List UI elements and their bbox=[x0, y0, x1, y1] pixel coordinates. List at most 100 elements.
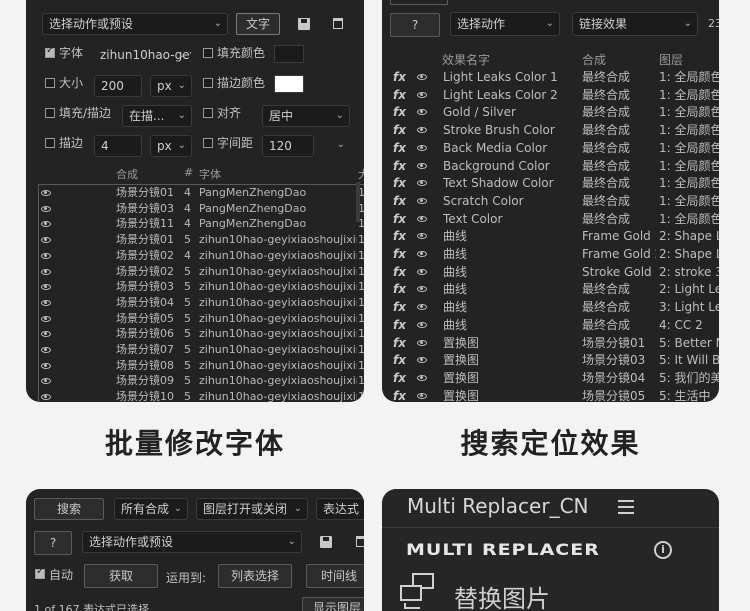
all-comps-dropdown[interactable]: 所有合成 ⌄ bbox=[114, 498, 188, 520]
table-row[interactable]: 场景分镜11 4 PangMenZhengDao 1 bbox=[38, 216, 364, 232]
tracking-input[interactable]: 120 bbox=[262, 135, 314, 157]
table-row[interactable]: 场景分镜10 5 zihun10hao-geyixiaoshoujixingkait… bbox=[38, 389, 364, 402]
list-item[interactable]: fx Text Shadow Color 最终合成 1: 全局颜色 bbox=[382, 175, 719, 192]
trash-icon[interactable] bbox=[333, 18, 343, 29]
tracking-checkbox[interactable] bbox=[203, 138, 213, 148]
eye-icon[interactable] bbox=[41, 362, 51, 369]
table-row[interactable]: 场景分镜03 4 PangMenZhengDao 1 bbox=[38, 201, 364, 217]
eye-icon[interactable] bbox=[417, 127, 427, 134]
fill-stroke-checkbox[interactable] bbox=[45, 108, 55, 118]
eye-icon[interactable] bbox=[41, 221, 51, 228]
list-item[interactable]: fx 曲线 最终合成 4: CC 2 bbox=[382, 317, 719, 334]
table-row[interactable]: 场景分镜08 5 zihun10hao-geyixiaoshoujixingkait… bbox=[38, 358, 364, 374]
eye-icon[interactable] bbox=[417, 215, 427, 222]
stroke-checkbox[interactable] bbox=[45, 138, 55, 148]
help-button[interactable]: ? bbox=[34, 531, 72, 555]
preset-dropdown[interactable]: 选择动作或预设 ⌄ bbox=[82, 531, 302, 553]
fill-color-swatch[interactable] bbox=[274, 45, 304, 63]
fetch-button[interactable]: 获取 bbox=[84, 564, 158, 588]
eye-icon[interactable] bbox=[417, 251, 427, 257]
expression-dropdown[interactable]: 表达式 bbox=[316, 498, 364, 520]
eye-icon[interactable] bbox=[417, 268, 427, 275]
table-row[interactable]: 场景分镜07 5 zihun10hao-geyixiaoshoujixingkait… bbox=[38, 342, 364, 358]
eye-icon[interactable] bbox=[417, 321, 427, 328]
size-unit-dropdown[interactable]: px ⌄ bbox=[150, 75, 192, 97]
eye-icon[interactable] bbox=[41, 237, 51, 244]
eye-icon[interactable] bbox=[41, 268, 51, 275]
eye-icon[interactable] bbox=[417, 357, 427, 364]
table-row[interactable]: 场景分镜06 5 zihun10hao-geyixiaoshoujixingkait… bbox=[38, 326, 364, 342]
list-item[interactable]: fx Text Color 最终合成 1: 全局颜色 bbox=[382, 211, 719, 228]
eye-icon[interactable] bbox=[417, 162, 427, 169]
stroke-color-swatch[interactable] bbox=[274, 75, 304, 93]
eye-icon[interactable] bbox=[417, 197, 427, 204]
scrollbar[interactable] bbox=[356, 182, 360, 222]
list-item[interactable]: fx 置换图 场景分镜01 5: Better Mo bbox=[382, 335, 719, 352]
list-item[interactable]: fx Scratch Color 最终合成 1: 全局颜色 bbox=[382, 193, 719, 210]
eye-icon[interactable] bbox=[417, 144, 427, 151]
fill-stroke-dropdown[interactable]: 在描... ⌄ bbox=[122, 105, 192, 127]
list-item[interactable]: fx 曲线 Frame Gold 22: Shape Layer bbox=[382, 246, 719, 263]
list-select-button[interactable]: 列表选择 bbox=[218, 564, 292, 588]
text-button[interactable]: 文字 bbox=[236, 13, 280, 35]
list-item[interactable]: fx 置换图 场景分镜05 5: 生活中 bbox=[382, 388, 719, 402]
stroke-unit-dropdown[interactable]: px ⌄ bbox=[150, 135, 192, 157]
eye-icon[interactable] bbox=[41, 394, 51, 401]
action-dropdown[interactable]: 选择动作 ⌄ bbox=[450, 12, 560, 36]
align-dropdown[interactable]: 居中 ⌄ bbox=[262, 105, 350, 127]
table-row[interactable]: 场景分镜02 4 zihun10hao-geyixiaoshoujixingkait… bbox=[38, 248, 364, 264]
eye-icon[interactable] bbox=[41, 205, 51, 212]
auto-checkbox[interactable] bbox=[35, 566, 45, 579]
align-checkbox[interactable] bbox=[203, 108, 213, 118]
list-item[interactable]: fx Stroke Brush Color 最终合成 1: 全局颜色 bbox=[382, 122, 719, 139]
stroke-input[interactable]: 4 bbox=[94, 135, 142, 157]
eye-icon[interactable] bbox=[417, 109, 427, 116]
list-item[interactable]: fx Light Leaks Color 2 最终合成 1: 全局颜色 bbox=[382, 87, 719, 104]
eye-icon[interactable] bbox=[417, 233, 427, 240]
font-dropdown[interactable]: zihun10hao-gey...⌄ bbox=[94, 45, 191, 67]
fill-color-checkbox[interactable] bbox=[203, 48, 213, 58]
eye-icon[interactable] bbox=[417, 374, 427, 381]
tracking-dropdown[interactable]: ⌄ bbox=[320, 135, 350, 157]
font-checkbox[interactable] bbox=[45, 45, 55, 58]
eye-icon[interactable] bbox=[417, 286, 427, 293]
save-icon[interactable] bbox=[298, 18, 310, 30]
eye-icon[interactable] bbox=[417, 392, 427, 399]
eye-icon[interactable] bbox=[41, 190, 51, 196]
table-row[interactable]: 场景分镜04 5 zihun10hao-geyixiaoshoujixingkait… bbox=[38, 295, 364, 311]
eye-icon[interactable] bbox=[41, 347, 51, 353]
eye-icon[interactable] bbox=[417, 91, 427, 98]
table-row[interactable]: 场景分镜03 5 zihun10hao-geyixiaoshoujixingkait… bbox=[38, 279, 364, 295]
eye-icon[interactable] bbox=[41, 315, 51, 322]
list-item[interactable]: fx Gold / Silver 最终合成 1: 全局颜色 bbox=[382, 104, 719, 121]
save-icon[interactable] bbox=[320, 536, 332, 548]
table-row[interactable]: 场景分镜01 5 zihun10hao-geyixiaoshoujixingkait… bbox=[38, 232, 364, 248]
eye-icon[interactable] bbox=[41, 299, 51, 306]
show-layer-button[interactable]: 显示图层 bbox=[302, 597, 364, 611]
list-item[interactable]: fx Back Media Color 最终合成 1: 全局颜色 bbox=[382, 140, 719, 157]
eye-icon[interactable] bbox=[41, 252, 51, 259]
eye-icon[interactable] bbox=[417, 180, 427, 187]
timeline-button[interactable]: 时间线 bbox=[306, 564, 364, 588]
table-row[interactable]: 场景分镜05 5 zihun10hao-geyixiaoshoujixingkait… bbox=[38, 311, 364, 327]
size-input[interactable]: 200 bbox=[94, 75, 142, 97]
info-icon[interactable]: i bbox=[654, 541, 672, 559]
size-checkbox[interactable] bbox=[45, 78, 55, 88]
list-item[interactable]: fx Light Leaks Color 1 最终合成 1: 全局颜色 bbox=[382, 69, 719, 86]
table-row[interactable]: 场景分镜02 5 zihun10hao-geyixiaoshoujixingkait… bbox=[38, 264, 364, 280]
help-button[interactable]: ? bbox=[390, 13, 440, 37]
stroke-color-checkbox[interactable] bbox=[203, 78, 213, 88]
eye-icon[interactable] bbox=[417, 74, 427, 80]
list-item[interactable]: fx 置换图 场景分镜03 5: It Will Be T bbox=[382, 352, 719, 369]
layer-toggle-dropdown[interactable]: 图层打开或关闭 ⌄ bbox=[196, 498, 308, 520]
eye-icon[interactable] bbox=[41, 284, 51, 291]
list-item[interactable]: fx 曲线 Stroke Gold 2: stroke 3.p bbox=[382, 264, 719, 281]
eye-icon[interactable] bbox=[417, 304, 427, 311]
eye-icon[interactable] bbox=[41, 331, 51, 338]
trash-icon[interactable] bbox=[356, 536, 364, 547]
list-item[interactable]: fx 曲线 最终合成 3: Light Leak bbox=[382, 299, 719, 316]
hamburger-menu-icon[interactable] bbox=[618, 500, 634, 514]
list-item[interactable]: fx 曲线 最终合成 2: Light Leak bbox=[382, 281, 719, 298]
search-button[interactable]: 搜索 bbox=[34, 498, 104, 520]
table-row[interactable]: 场景分镜01 4 PangMenZhengDao 1 bbox=[38, 185, 364, 201]
